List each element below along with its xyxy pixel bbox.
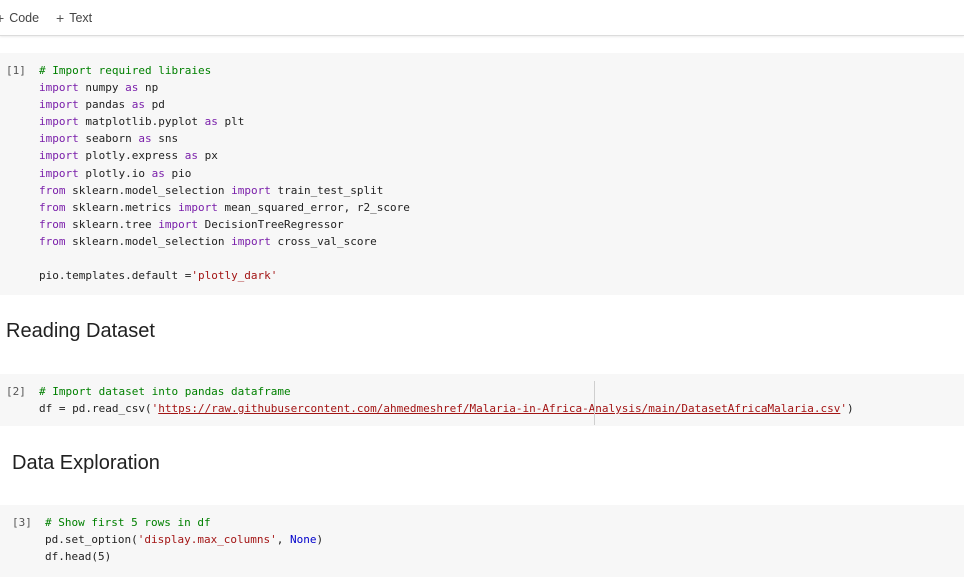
code-token: import <box>39 132 79 146</box>
code-token: # Import required libraies <box>39 64 212 77</box>
code-token: as <box>138 132 152 146</box>
code-token: , <box>276 533 291 547</box>
code-token: pio.templates.default = <box>39 269 192 283</box>
code-editor[interactable]: # Show first 5 rows in df pd.set_option('… <box>45 514 323 565</box>
execution-count[interactable]: [2] <box>6 385 26 398</box>
code-token: 'display.max_columns' <box>137 533 277 547</box>
code-token: df.head(5) <box>45 550 112 564</box>
code-editor[interactable]: # Import dataset into pandas dataframe df… <box>39 383 854 417</box>
code-token: # Import dataset into pandas dataframe <box>39 385 291 398</box>
code-token: px <box>197 149 218 163</box>
code-line[interactable]: from sklearn.metrics import mean_squared… <box>39 199 410 216</box>
code-token: df = pd.read_csv( <box>39 402 152 416</box>
code-token: plotly.io <box>78 166 152 180</box>
code-token: as <box>204 115 218 129</box>
code-token: from <box>39 234 66 248</box>
code-line[interactable]: # Import required libraies <box>39 62 410 79</box>
code-line[interactable]: # Show first 5 rows in df <box>45 514 323 531</box>
code-token: import <box>39 81 79 95</box>
code-token: import <box>39 115 79 129</box>
code-token: import <box>158 217 198 231</box>
code-token: as <box>184 149 198 163</box>
code-token: pd.set_option( <box>45 533 138 547</box>
code-token: pd <box>144 98 165 112</box>
code-token: plotly.express <box>78 149 185 163</box>
plus-icon: + <box>0 10 5 26</box>
code-line[interactable]: import plotly.express as px <box>39 147 410 164</box>
code-token: cross_val_score <box>270 234 377 248</box>
code-token: import <box>39 149 79 163</box>
code-token: import <box>39 166 79 180</box>
code-token: import <box>231 234 271 248</box>
code-line[interactable]: import numpy as np <box>39 79 410 96</box>
code-token: from <box>39 200 66 214</box>
dataset-url-link[interactable]: https://raw.githubusercontent.com/ahmedm… <box>158 402 840 415</box>
code-token: numpy <box>78 81 126 95</box>
code-token: from <box>39 183 66 197</box>
code-line[interactable]: import matplotlib.pyplot as plt <box>39 113 410 130</box>
code-token: as <box>151 166 165 180</box>
code-token: 'plotly_dark' <box>191 269 278 283</box>
code-token: ' <box>840 402 847 416</box>
code-token: None <box>290 533 317 547</box>
code-line[interactable] <box>39 250 410 267</box>
add-text-cell-button[interactable]: + Text <box>56 7 92 29</box>
add-text-label: Text <box>69 11 93 25</box>
code-cell-1[interactable]: [1] # Import required libraies import num… <box>0 53 964 295</box>
code-token: as <box>125 81 139 95</box>
code-line[interactable]: df.head(5) <box>45 548 323 565</box>
notebook-toolbar: + Code + Text <box>0 0 964 36</box>
code-line[interactable]: from sklearn.model_selection import cros… <box>39 233 410 250</box>
code-token: sklearn.model_selection <box>65 183 232 197</box>
code-token: pio <box>164 166 192 180</box>
code-token: import <box>178 200 218 214</box>
code-token: as <box>131 98 145 112</box>
code-line[interactable]: pio.templates.default ='plotly_dark' <box>39 267 410 284</box>
section-heading-reading-dataset: Reading Dataset <box>6 320 155 342</box>
code-token: matplotlib.pyplot <box>78 115 205 129</box>
code-token: DecisionTreeRegressor <box>197 217 344 231</box>
code-line[interactable]: # Import dataset into pandas dataframe <box>39 383 854 400</box>
code-line[interactable]: from sklearn.model_selection import trai… <box>39 182 410 199</box>
add-code-label: Code <box>9 11 40 25</box>
code-token: train_test_split <box>270 183 384 197</box>
code-line[interactable]: df = pd.read_csv( 'https://raw.githubuser… <box>39 400 854 417</box>
code-token: # Show first 5 rows in df <box>45 516 211 529</box>
code-token: pandas <box>78 98 132 112</box>
code-token: sklearn.tree <box>65 217 159 231</box>
code-token: seaborn <box>78 132 139 146</box>
execution-count[interactable]: [3] <box>12 516 32 529</box>
code-token: sklearn.model_selection <box>65 234 232 248</box>
code-cell-2[interactable]: [2] # Import dataset into pandas datafra… <box>0 374 964 426</box>
code-line[interactable]: from sklearn.tree import DecisionTreeReg… <box>39 216 410 233</box>
ruler-line <box>594 381 595 425</box>
code-token: ) <box>316 533 324 547</box>
code-token: import <box>39 98 79 112</box>
code-token: import <box>231 183 271 197</box>
code-token: np <box>138 81 159 95</box>
code-token: sns <box>151 132 179 146</box>
add-code-cell-button[interactable]: + Code <box>0 7 39 29</box>
section-heading-data-exploration: Data Exploration <box>12 452 160 474</box>
code-line[interactable]: import seaborn as sns <box>39 130 410 147</box>
code-line[interactable]: import pandas as pd <box>39 96 410 113</box>
code-cell-3[interactable]: [3] # Show first 5 rows in df pd.set_opti… <box>0 505 964 577</box>
plus-icon: + <box>56 10 65 26</box>
execution-count[interactable]: [1] <box>6 64 26 77</box>
code-token: plt <box>217 115 245 129</box>
code-token: from <box>39 217 66 231</box>
code-token: mean_squared_error, r2_score <box>217 200 410 214</box>
code-token: ) <box>846 402 854 416</box>
code-line[interactable]: pd.set_option('display.max_columns', Non… <box>45 531 323 548</box>
code-token: sklearn.metrics <box>65 200 179 214</box>
code-editor[interactable]: # Import required libraies import numpy a… <box>39 62 410 284</box>
code-line[interactable]: import plotly.io as pio <box>39 165 410 182</box>
